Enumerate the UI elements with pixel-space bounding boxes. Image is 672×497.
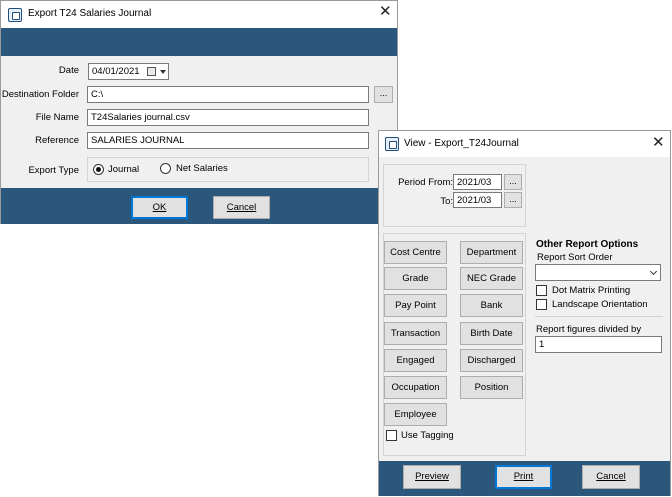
net-salaries-radio-label[interactable]: Net Salaries	[176, 163, 228, 174]
export-dialog-titlebar: Export T24 Salaries Journal ✕	[1, 1, 397, 28]
export-cancel-button[interactable]: Cancel	[213, 196, 270, 219]
chevron-down-icon[interactable]	[160, 70, 166, 74]
preview-button[interactable]: Preview	[403, 465, 461, 489]
transaction-button[interactable]: Transaction	[384, 322, 447, 345]
bank-button[interactable]: Bank	[460, 294, 523, 317]
other-report-options-heading: Other Report Options	[536, 239, 639, 250]
footer-band	[1, 188, 397, 224]
discharged-button[interactable]: Discharged	[460, 349, 523, 372]
landscape-checkbox[interactable]	[536, 299, 547, 310]
report-sort-order-select[interactable]	[535, 264, 661, 281]
view-dialog: View - Export_T24Journal ✕ Period From: …	[378, 130, 671, 496]
export-dialog-title: Export T24 Salaries Journal	[28, 8, 152, 19]
cost-centre-button[interactable]: Cost Centre	[384, 241, 447, 264]
app-icon	[8, 8, 22, 22]
view-dialog-titlebar: View - Export_T24Journal ✕	[379, 131, 670, 157]
date-value[interactable]: 04/01/2021	[92, 66, 140, 77]
chevron-down-icon[interactable]	[649, 267, 658, 276]
report-sort-order-label: Report Sort Order	[537, 252, 613, 263]
period-to-browse-button[interactable]: ...	[504, 192, 522, 208]
period-from-field[interactable]: 2021/03	[453, 174, 502, 190]
engaged-button[interactable]: Engaged	[384, 349, 447, 372]
date-picker[interactable]: 04/01/2021	[88, 63, 169, 80]
calendar-icon[interactable]	[147, 67, 156, 76]
ok-button[interactable]: OK	[131, 196, 188, 219]
journal-radio-label[interactable]: Journal	[108, 164, 139, 175]
date-label: Date	[58, 65, 79, 76]
header-band	[1, 28, 397, 56]
destination-folder-field[interactable]: C:\	[87, 86, 369, 103]
occupation-button[interactable]: Occupation	[384, 376, 447, 399]
file-name-label: File Name	[35, 112, 79, 123]
period-from-browse-button[interactable]: ...	[504, 174, 522, 190]
period-from-label: Period From:	[398, 177, 453, 188]
use-tagging-checkbox[interactable]	[386, 430, 397, 441]
use-tagging-label[interactable]: Use Tagging	[401, 430, 454, 441]
print-button-label[interactable]: Print	[514, 471, 534, 482]
employee-button[interactable]: Employee	[384, 403, 447, 426]
export-type-label: Export Type	[28, 165, 79, 176]
browse-folder-button[interactable]: ...	[374, 86, 393, 103]
options-divider	[535, 316, 663, 317]
dot-matrix-label[interactable]: Dot Matrix Printing	[552, 285, 630, 296]
destination-folder-label: Destination Folder	[1, 89, 79, 100]
dot-matrix-checkbox[interactable]	[536, 285, 547, 296]
ok-button-label[interactable]: OK	[153, 202, 167, 213]
export-cancel-button-label[interactable]: Cancel	[227, 202, 257, 213]
period-to-label: To:	[440, 196, 453, 207]
preview-button-label[interactable]: Preview	[415, 471, 449, 482]
export-dialog: Export T24 Salaries Journal ✕ Date 04/01…	[0, 0, 398, 224]
report-divided-by-label: Report figures divided by	[536, 324, 642, 335]
print-button[interactable]: Print	[495, 465, 552, 489]
period-to-field[interactable]: 2021/03	[453, 192, 502, 208]
net-salaries-radio[interactable]	[160, 163, 171, 174]
app-icon	[385, 137, 399, 151]
reference-field[interactable]: SALARIES JOURNAL	[87, 132, 369, 149]
view-dialog-title: View - Export_T24Journal	[404, 138, 519, 149]
nec-grade-button[interactable]: NEC Grade	[460, 267, 523, 290]
position-button[interactable]: Position	[460, 376, 523, 399]
view-cancel-button[interactable]: Cancel	[582, 465, 640, 489]
pay-point-button[interactable]: Pay Point	[384, 294, 447, 317]
view-cancel-button-label[interactable]: Cancel	[596, 471, 626, 482]
journal-radio[interactable]	[93, 164, 104, 175]
birth-date-button[interactable]: Birth Date	[460, 322, 523, 345]
reference-label: Reference	[35, 135, 79, 146]
landscape-label[interactable]: Landscape Orientation	[552, 299, 648, 310]
report-divided-by-field[interactable]: 1	[535, 336, 662, 353]
close-icon[interactable]: ✕	[379, 4, 392, 20]
grade-button[interactable]: Grade	[384, 267, 447, 290]
file-name-field[interactable]: T24Salaries journal.csv	[87, 109, 369, 126]
close-icon[interactable]: ✕	[652, 135, 665, 151]
department-button[interactable]: Department	[460, 241, 523, 264]
